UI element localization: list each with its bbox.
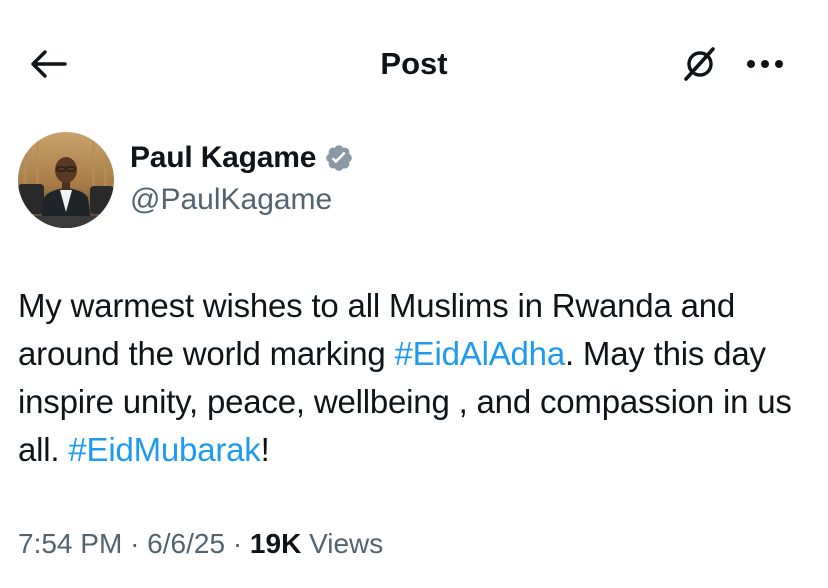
meta-separator: · [130,528,140,559]
author-name-row: Paul Kagame [130,138,354,178]
more-horizontal-icon [747,60,783,68]
hashtag-link[interactable]: #EidMubarak [68,431,260,468]
verified-badge-icon [324,143,354,173]
more-options-button[interactable] [740,44,790,84]
tweet-text: My warmest wishes to all Muslims in Rwan… [18,282,808,474]
meta-separator: · [232,528,243,559]
tweet-meta: 7:54 PM · 6/6/25 · 19K Views [18,524,383,564]
views-count[interactable]: 19K [250,528,301,559]
grok-slash-icon [684,47,715,81]
author-name[interactable]: Paul Kagame [130,138,316,178]
tweet-text-segment: ! [260,431,270,468]
top-bar: Post [0,30,828,96]
views-label[interactable]: Views [309,528,383,559]
grok-button[interactable] [676,44,724,84]
hashtag-link[interactable]: #EidAlAdha [395,335,566,372]
avatar-photo [18,132,114,228]
post-time[interactable]: 7:54 PM [18,528,122,559]
post-page: Post Paul Kagame @PaulKagame My warmest … [0,0,828,588]
author-handle[interactable]: @PaulKagame [130,180,332,220]
post-date[interactable]: 6/6/25 [147,528,225,559]
avatar[interactable] [18,132,114,228]
